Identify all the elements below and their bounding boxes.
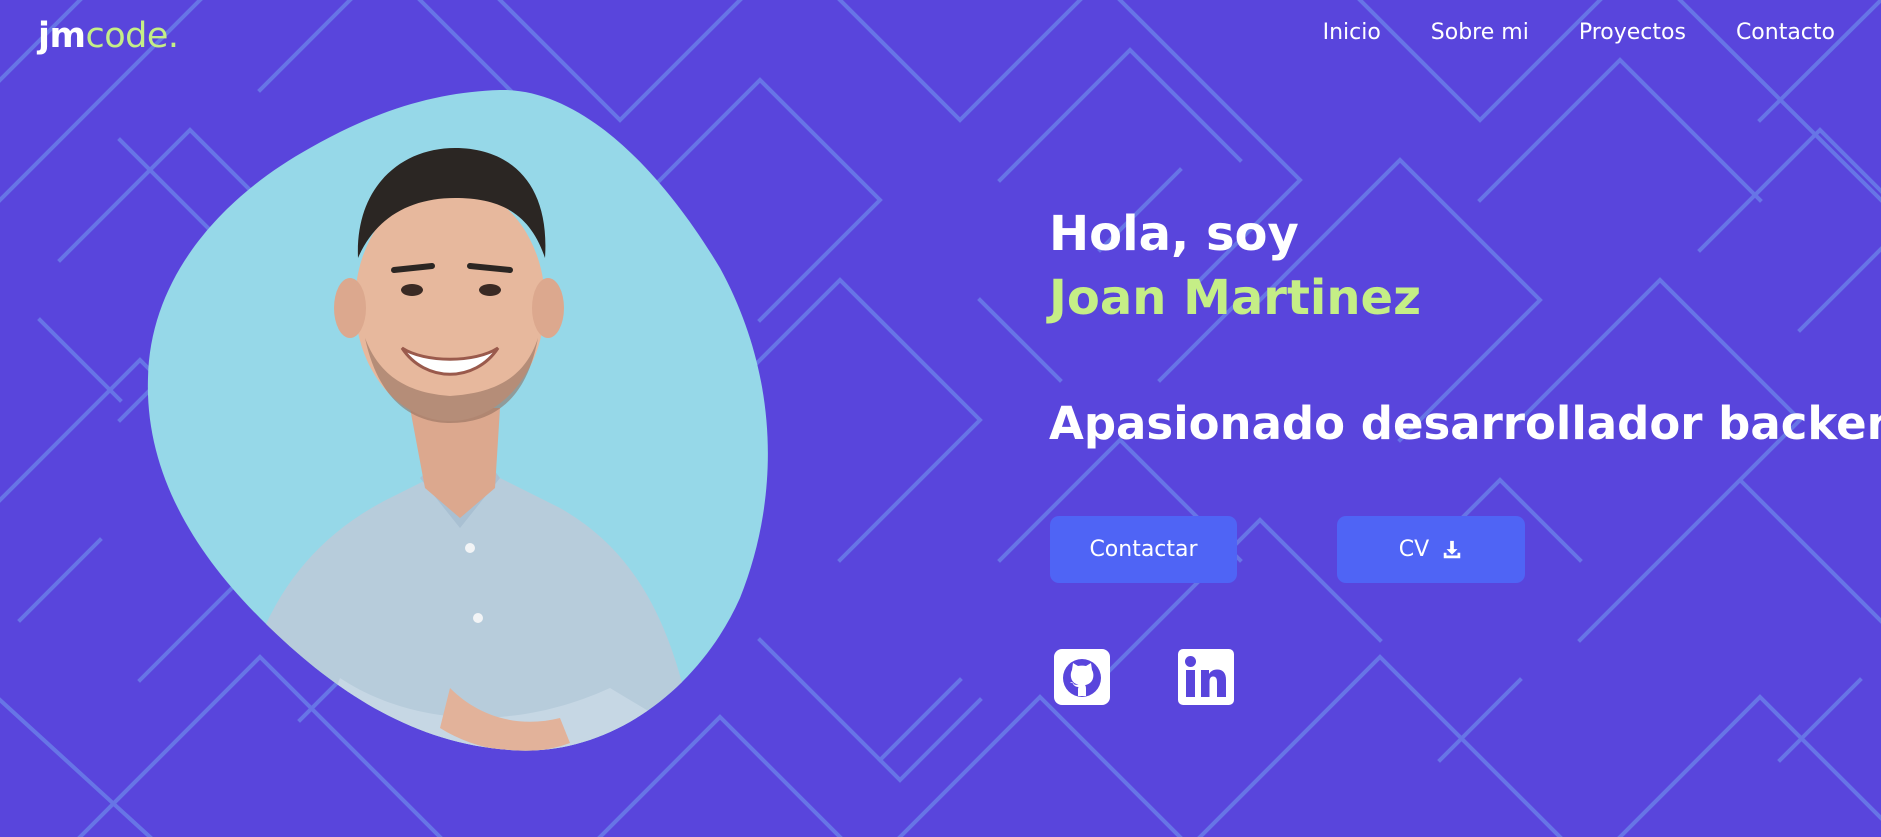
nav-item-proyectos[interactable]: Proyectos [1579, 18, 1686, 48]
contact-button-label: Contactar [1089, 537, 1198, 562]
nav-item-contacto[interactable]: Contacto [1736, 18, 1835, 48]
nav-item-inicio[interactable]: Inicio [1323, 18, 1381, 48]
hero-name: Joan Martinez [1049, 270, 1421, 326]
page: jmcode. Inicio Sobre mi Proyectos Contac… [0, 0, 1881, 837]
download-icon [1443, 540, 1461, 558]
github-link[interactable] [1053, 648, 1111, 706]
linkedin-link[interactable] [1177, 648, 1235, 706]
hero-tagline: Apasionado desarrollador backend [1049, 397, 1881, 450]
nav-item-sobre-mi[interactable]: Sobre mi [1431, 18, 1529, 48]
cv-button-label: CV [1398, 537, 1430, 562]
logo-text-code: code. [85, 16, 179, 56]
cv-download-button[interactable]: CV [1337, 516, 1525, 583]
brand-logo[interactable]: jmcode. [38, 14, 179, 58]
linkedin-icon [1178, 649, 1234, 705]
contact-button[interactable]: Contactar [1050, 516, 1237, 583]
main-nav: Inicio Sobre mi Proyectos Contacto [1323, 18, 1835, 48]
profile-photo [147, 89, 768, 751]
logo-text-jm: jm [38, 16, 86, 56]
github-icon [1054, 649, 1110, 705]
hero-greeting: Hola, soy [1049, 206, 1299, 262]
